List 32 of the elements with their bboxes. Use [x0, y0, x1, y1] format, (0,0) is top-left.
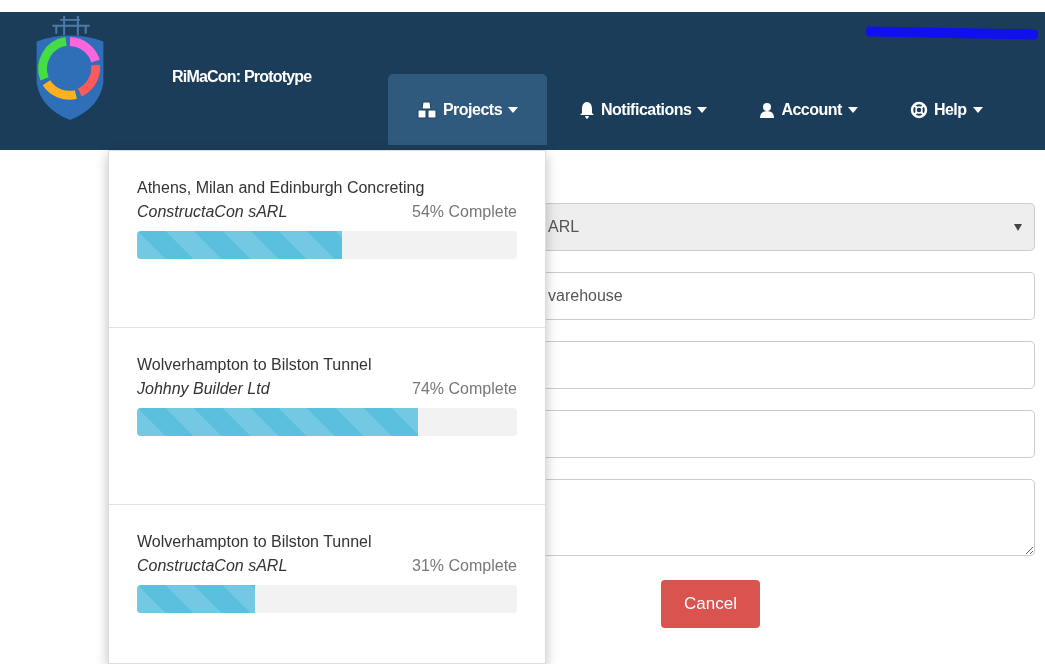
project-title: Wolverhampton to Bilston Tunnel	[137, 533, 373, 551]
input-field[interactable]: varehouse	[546, 272, 1035, 320]
cubes-icon	[416, 100, 437, 119]
company-name: ConstructaCon sARL	[137, 557, 288, 575]
bell-icon	[579, 100, 595, 119]
project-menu-item[interactable]: Wolverhampton to Bilston Tunnel Johhny Builder Ltd 74% Complete	[109, 328, 545, 505]
text-area[interactable]	[546, 479, 1035, 556]
select-field[interactable]: ARL	[546, 203, 1035, 251]
lifebuoy-icon	[909, 100, 928, 119]
project-title: Wolverhampton to Bilston Tunnel	[137, 356, 373, 374]
project-title: Athens, Milan and Edinburgh Concreting	[137, 179, 426, 197]
caret-icon	[508, 106, 519, 113]
completion-status: 31% Complete	[412, 557, 517, 575]
input-field[interactable]	[546, 341, 1035, 389]
caret-icon	[1014, 223, 1022, 231]
completion-status: 74% Complete	[412, 380, 517, 398]
input-field[interactable]	[546, 410, 1035, 458]
nav-menu-item[interactable]: Notifications	[559, 74, 728, 145]
company-name: Johhny Builder Ltd	[137, 380, 270, 398]
caret-icon	[697, 106, 708, 113]
project-menu-item[interactable]: Wolverhampton to Bilston Tunnel ConstructaCon sARL 31% Complete	[109, 505, 545, 664]
completion-status: 54% Complete	[412, 203, 517, 221]
caret-icon	[847, 106, 858, 113]
nav-menu-item[interactable]: Account	[739, 74, 878, 145]
company-name: ConstructaCon sARL	[137, 203, 288, 221]
nav-menu-item[interactable]: Projects	[388, 74, 547, 145]
user-icon	[759, 101, 776, 118]
caret-icon	[972, 106, 983, 113]
project-menu-item[interactable]: Athens, Milan and Edinburgh Concreting ConstructaCon sARL 54% Complete	[109, 151, 545, 328]
app-title: RiMaCon: Prototype	[172, 68, 313, 86]
nav-menu-item[interactable]: Help	[889, 74, 1003, 145]
cancel-button[interactable]: Cancel	[661, 580, 760, 628]
